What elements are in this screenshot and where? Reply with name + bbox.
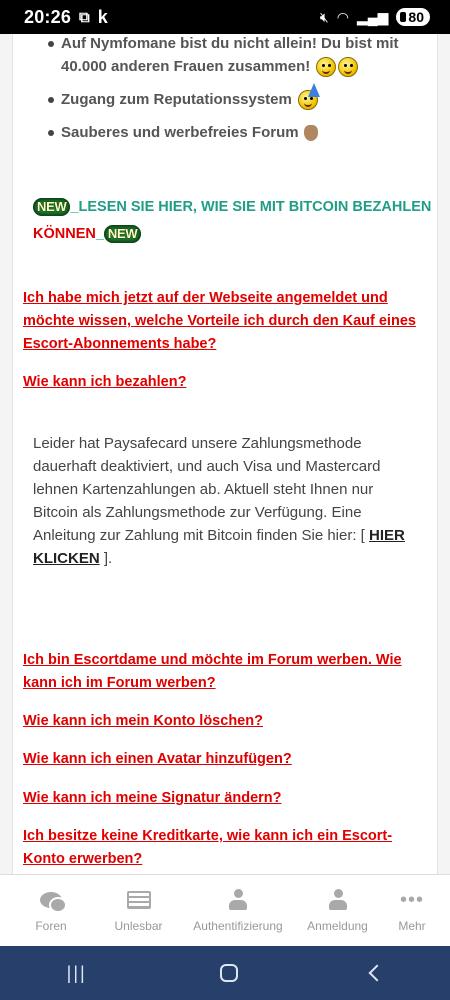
recent-apps-icon[interactable]: ||| xyxy=(67,963,87,984)
answer-tail: ]. xyxy=(99,550,113,567)
faq-link-avatar[interactable]: Wie kann ich einen Avatar hinzufügen? xyxy=(23,748,423,771)
nav-item-anmeldung[interactable]: Anmeldung xyxy=(295,889,381,946)
promo-text-red: KÖNNEN xyxy=(33,226,96,242)
status-left: 20:26 ⧉ k xyxy=(24,7,108,28)
love-smiley-icon xyxy=(316,57,337,78)
wifi-icon: ◠ xyxy=(336,8,349,25)
mute-icon: 🔇︎ xyxy=(319,8,329,25)
status-bar: 20:26 ⧉ k 🔇︎ ◠ ▂▄▆ 80 xyxy=(0,0,450,34)
benefits-list: Auf Nymfomane bist du nicht allein! Du b… xyxy=(48,34,411,154)
notification-icon: ⧉ xyxy=(79,8,90,26)
new-badge-icon: NEW xyxy=(103,225,142,244)
page-content[interactable]: Auf Nymfomane bist du nicht allein! Du b… xyxy=(0,34,450,874)
nav-item-authentifizierung[interactable]: Authentifizierung xyxy=(183,889,293,946)
bottom-nav: Foren Unlesbar Authentifizierung Anmeldu… xyxy=(0,874,450,946)
love-smiley-icon xyxy=(338,57,359,78)
chat-bubbles-icon xyxy=(40,892,67,913)
back-icon[interactable] xyxy=(368,964,386,982)
nav-label: Authentifizierung xyxy=(193,919,283,933)
nav-label: Foren xyxy=(35,919,67,933)
faq-link-signatur[interactable]: Wie kann ich meine Signatur ändern? xyxy=(23,787,423,810)
person-icon xyxy=(229,889,247,911)
battery-icon xyxy=(400,12,407,22)
faq-link-abonnement-vorteile[interactable]: Ich habe mich jetzt auf der Webseite ang… xyxy=(23,287,423,356)
new-badge-icon: NEW xyxy=(33,198,71,217)
benefit-text: Sauberes und werbefreies Forum xyxy=(61,124,299,141)
newspaper-icon xyxy=(126,891,151,909)
answer-text: Leider hat Paysafecard unsere Zahlungsme… xyxy=(33,435,381,544)
benefit-text: Zugang zum Reputationssystem xyxy=(61,91,292,108)
list-item: Sauberes und werbefreies Forum xyxy=(48,121,411,144)
nav-item-unlesbar[interactable]: Unlesbar xyxy=(96,889,182,946)
promo-underscore: _ xyxy=(95,226,104,242)
k-app-icon: k xyxy=(97,6,108,27)
party-hat-icon xyxy=(308,83,321,98)
battery-level: 80 xyxy=(408,9,424,25)
list-item: Auf Nymfomane bist du nicht allein! Du b… xyxy=(48,34,411,78)
money-bag-icon xyxy=(303,125,318,142)
battery-indicator: 80 xyxy=(396,8,430,26)
status-time: 20:26 xyxy=(24,6,72,27)
nav-label: Anmeldung xyxy=(307,919,368,933)
nav-item-mehr[interactable]: ••• Mehr xyxy=(382,889,442,946)
home-icon[interactable] xyxy=(220,964,238,982)
faq-link-forum-werben[interactable]: Ich bin Escortdame und möchte im Forum w… xyxy=(23,649,423,695)
nav-item-foren[interactable]: Foren xyxy=(8,889,94,946)
signal-icon: ▂▄▆ xyxy=(356,8,389,25)
status-right: 🔇︎ ◠ ▂▄▆ 80 xyxy=(320,8,430,26)
promo-text: _LESEN SIE HIER, WIE SIE MIT BITCOIN BEZ… xyxy=(70,199,432,215)
nav-label: Unlesbar xyxy=(114,919,163,933)
faq-link-konto-loeschen[interactable]: Wie kann ich mein Konto löschen? xyxy=(23,710,423,733)
person-icon xyxy=(328,889,347,911)
bitcoin-promo-link[interactable]: NEW _LESEN SIE HIER, WIE SIE MIT BITCOIN … xyxy=(33,194,433,248)
system-nav-bar: ||| xyxy=(0,946,450,1000)
nav-label: Mehr xyxy=(398,919,426,933)
faq-link-keine-kreditkarte[interactable]: Ich besitze keine Kreditkarte, wie kann … xyxy=(23,825,423,871)
content-card: Auf Nymfomane bist du nicht allein! Du b… xyxy=(12,34,438,874)
faq-link-bezahlen[interactable]: Wie kann ich bezahlen? xyxy=(23,371,423,394)
list-item: Zugang zum Reputationssystem xyxy=(48,83,411,111)
payment-answer: Leider hat Paysafecard unsere Zahlungsme… xyxy=(33,432,418,570)
more-dots-icon: ••• xyxy=(399,889,424,911)
